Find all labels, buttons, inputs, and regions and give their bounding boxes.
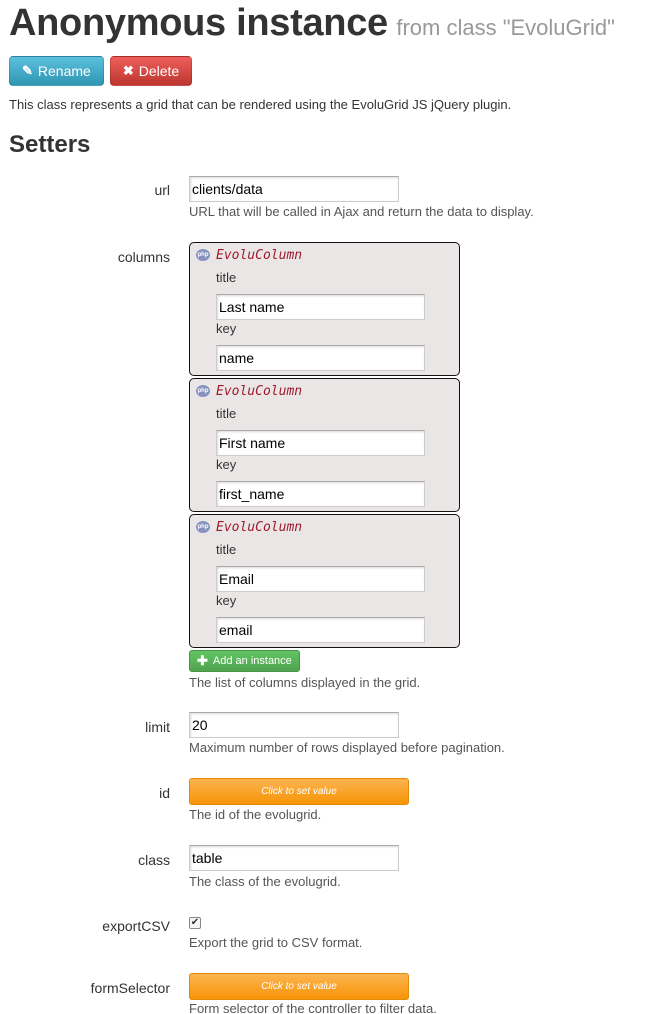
class-description: This class represents a grid that can be… xyxy=(9,97,512,112)
url-help: URL that will be called in Ajax and retu… xyxy=(189,204,534,219)
formselector-help: Form selector of the controller to filte… xyxy=(189,1001,437,1014)
key-field-label: key xyxy=(216,457,237,472)
exportcsv-checkbox[interactable]: ✔ xyxy=(189,917,201,929)
title-input[interactable]: Email xyxy=(216,566,425,592)
plus-icon: ✚ xyxy=(197,653,208,668)
columns-label: columns xyxy=(117,249,170,265)
column-instance: php EvoluColumn title First name key fir… xyxy=(189,378,460,512)
id-set-value-button[interactable]: Click to set value xyxy=(189,778,409,805)
key-input[interactable]: first_name xyxy=(216,481,425,507)
page-subtitle: from class "EvoluGrid" xyxy=(396,15,615,40)
instance-class-name: EvoluColumn xyxy=(216,248,303,263)
php-icon: php xyxy=(196,385,210,397)
limit-help: Maximum number of rows displayed before … xyxy=(189,740,505,755)
page: Anonymous instance from class "EvoluGrid… xyxy=(0,0,662,1014)
delete-button[interactable]: ✖ Delete xyxy=(109,56,193,86)
key-field-label: key xyxy=(216,321,237,336)
rename-button[interactable]: ✎ Rename xyxy=(9,56,104,86)
key-input[interactable]: email xyxy=(216,617,425,643)
limit-label: limit xyxy=(145,719,170,735)
php-icon: php xyxy=(196,249,210,261)
column-instance: php EvoluColumn title Email key email xyxy=(189,514,460,648)
page-header: Anonymous instance from class "EvoluGrid… xyxy=(9,2,615,45)
url-label: url xyxy=(154,182,170,198)
id-label: id xyxy=(159,785,170,801)
instance-class-name: EvoluColumn xyxy=(216,384,303,399)
columns-help: The list of columns displayed in the gri… xyxy=(189,675,421,690)
add-instance-button[interactable]: ✚ Add an instance xyxy=(189,650,300,672)
times-icon: ✖ xyxy=(122,63,134,78)
url-input[interactable]: clients/data xyxy=(189,176,399,202)
formselector-set-value-button[interactable]: Click to set value xyxy=(189,973,409,1000)
rename-button-label: Rename xyxy=(37,63,91,79)
title-input[interactable]: First name xyxy=(216,430,425,456)
formselector-label: formSelector xyxy=(90,980,170,996)
add-instance-label: Add an instance xyxy=(212,655,292,667)
title-input[interactable]: Last name xyxy=(216,294,425,320)
class-input[interactable]: table xyxy=(189,845,399,871)
key-input[interactable]: name xyxy=(216,345,425,371)
key-field-label: key xyxy=(216,593,237,608)
exportcsv-label: exportCSV xyxy=(102,918,170,934)
page-title: Anonymous instance xyxy=(9,2,388,44)
action-buttons: ✎ Rename ✖ Delete xyxy=(9,56,193,86)
id-help: The id of the evolugrid. xyxy=(189,807,322,822)
instance-class-name: EvoluColumn xyxy=(216,520,303,535)
class-help: The class of the evolugrid. xyxy=(189,874,341,889)
column-instance: php EvoluColumn title Last name key name xyxy=(189,242,460,376)
setters-heading: Setters xyxy=(9,131,91,158)
class-label: class xyxy=(138,852,170,868)
delete-button-label: Delete xyxy=(138,63,180,79)
limit-input[interactable]: 20 xyxy=(189,712,399,738)
title-field-label: title xyxy=(216,270,237,285)
pencil-icon: ✎ xyxy=(22,63,33,78)
php-icon: php xyxy=(196,521,210,533)
title-field-label: title xyxy=(216,542,237,557)
title-field-label: title xyxy=(216,406,237,421)
exportcsv-help: Export the grid to CSV format. xyxy=(189,935,363,950)
